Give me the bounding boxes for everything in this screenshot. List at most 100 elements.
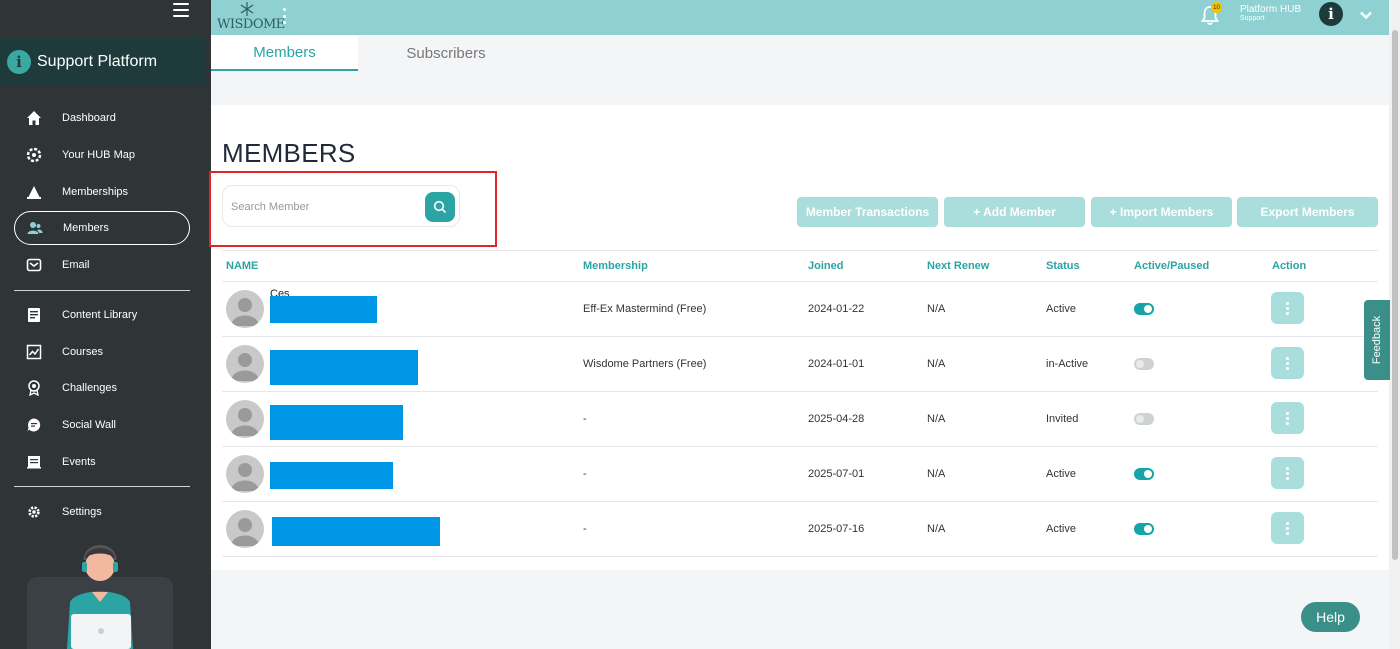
support-mascot-illustration: [27, 540, 173, 649]
next-renew-cell: N/A: [927, 303, 946, 315]
tab-bar: Members Subscribers: [211, 35, 1389, 105]
top-bar: WISDOME 10 Platform HUB Support i: [211, 0, 1389, 35]
hamburger-menu-icon[interactable]: [173, 3, 189, 17]
member-transactions-button[interactable]: Member Transactions: [797, 197, 938, 227]
search-icon: [433, 200, 447, 214]
profile-avatar[interactable]: i: [1319, 2, 1343, 26]
sidebar-item-dashboard[interactable]: Dashboard: [14, 100, 190, 137]
row-actions-button[interactable]: [1271, 457, 1304, 489]
sidebar-item-social-wall[interactable]: Social Wall: [14, 407, 190, 444]
tab-subscribers[interactable]: Subscribers: [371, 35, 521, 71]
avatar: [226, 455, 264, 493]
sidebar-item-label: Memberships: [62, 185, 129, 198]
export-members-button[interactable]: Export Members: [1237, 197, 1378, 227]
events-icon: [26, 454, 42, 470]
content-library-icon: [26, 307, 42, 323]
membership-cell: -: [583, 523, 587, 535]
notification-badge: 10: [1211, 2, 1222, 13]
column-header-joined[interactable]: Joined: [808, 260, 843, 272]
sidebar-item-label: Social Wall: [62, 419, 116, 432]
add-member-button[interactable]: + Add Member: [944, 197, 1085, 227]
memberships-icon: [26, 184, 42, 200]
brand-label: Support Platform: [37, 52, 158, 70]
next-renew-cell: N/A: [927, 523, 946, 535]
active-toggle[interactable]: [1134, 303, 1154, 315]
social-wall-icon: [26, 417, 42, 433]
search-input[interactable]: [231, 196, 421, 218]
search-box: [222, 185, 460, 227]
sidebar-item-courses[interactable]: Courses: [14, 333, 190, 370]
sidebar-item-settings[interactable]: Settings: [14, 493, 190, 530]
column-header-next-renew[interactable]: Next Renew: [927, 260, 989, 272]
redacted-name: [270, 462, 393, 489]
column-header-name[interactable]: NAME: [226, 260, 258, 272]
avatar: [226, 400, 264, 438]
joined-cell: 2025-07-01: [808, 468, 865, 480]
membership-cell: -: [583, 413, 587, 425]
chevron-down-icon[interactable]: [1359, 8, 1373, 22]
import-members-button[interactable]: + Import Members: [1091, 197, 1232, 227]
row-actions-button[interactable]: [1271, 292, 1304, 324]
active-toggle[interactable]: [1134, 413, 1154, 425]
more-options-icon[interactable]: [283, 8, 287, 24]
challenges-icon: [26, 380, 42, 397]
table-row[interactable]: Wisdome Partners (Free) 2024-01-01 N/A i…: [222, 337, 1378, 392]
active-toggle[interactable]: [1134, 523, 1154, 535]
hub-role: Support: [1240, 15, 1265, 22]
membership-cell: Wisdome Partners (Free): [583, 358, 707, 370]
column-header-membership[interactable]: Membership: [583, 260, 648, 272]
sidebar-item-email[interactable]: Email: [14, 247, 190, 284]
column-header-action: Action: [1272, 260, 1307, 272]
sidebar-item-label: Settings: [62, 505, 102, 518]
courses-icon: [26, 344, 42, 360]
sidebar-item-events[interactable]: Events: [14, 444, 190, 481]
info-logo-icon: i: [7, 49, 31, 74]
nav-divider: [14, 289, 190, 291]
sidebar: i Support Platform Dashboard Your HUB Ma…: [0, 0, 211, 649]
row-actions-button[interactable]: [1271, 402, 1304, 434]
members-icon: [27, 220, 43, 236]
row-actions-button[interactable]: [1271, 512, 1304, 544]
status-cell: Active: [1046, 468, 1076, 480]
status-cell: Active: [1046, 303, 1076, 315]
column-header-active-paused[interactable]: Active/Paused: [1134, 260, 1209, 272]
next-renew-cell: N/A: [927, 358, 946, 370]
active-toggle[interactable]: [1134, 468, 1154, 480]
active-toggle[interactable]: [1134, 358, 1154, 370]
next-renew-cell: N/A: [927, 468, 946, 480]
avatar: [226, 345, 264, 383]
column-header-status[interactable]: Status: [1046, 260, 1080, 272]
sidebar-item-label: Dashboard: [62, 112, 116, 125]
row-actions-button[interactable]: [1271, 347, 1304, 379]
status-cell: Invited: [1046, 413, 1079, 425]
table-row[interactable]: - 2025-04-28 N/A Invited: [222, 392, 1378, 447]
wisdome-logo[interactable]: WISDOME: [217, 2, 285, 34]
sidebar-item-memberships[interactable]: Memberships: [14, 173, 190, 210]
table-row[interactable]: Ces Eff-Ex Mastermind (Free) 2024-01-22 …: [222, 282, 1378, 337]
status-cell: in-Active: [1046, 358, 1089, 370]
sidebar-item-label: Courses: [62, 345, 103, 358]
joined-cell: 2025-07-16: [808, 523, 865, 535]
table-row[interactable]: - 2025-07-16 N/A Active: [222, 502, 1378, 557]
sidebar-item-label: Challenges: [62, 382, 118, 395]
table-header: NAME Membership Joined Next Renew Status…: [222, 250, 1378, 282]
sidebar-item-members[interactable]: Members: [14, 211, 190, 246]
sidebar-item-label: Your HUB Map: [62, 149, 135, 162]
page-title: MEMBERS: [222, 138, 356, 168]
membership-cell: -: [583, 468, 587, 480]
sidebar-item-challenges[interactable]: Challenges: [14, 370, 190, 407]
sidebar-brand: i Support Platform: [0, 38, 206, 85]
hub-name: Platform HUB: [1240, 4, 1302, 15]
joined-cell: 2025-04-28: [808, 413, 865, 425]
scrollbar-thumb[interactable]: [1392, 30, 1398, 560]
gear-icon: [26, 504, 42, 520]
feedback-tab[interactable]: Feedback: [1364, 300, 1390, 380]
sidebar-item-hub-map[interactable]: Your HUB Map: [14, 137, 190, 174]
help-button[interactable]: Help: [1301, 602, 1360, 632]
tab-members[interactable]: Members: [211, 35, 358, 71]
search-button[interactable]: [425, 192, 455, 222]
table-row[interactable]: - 2025-07-01 N/A Active: [222, 447, 1378, 502]
joined-cell: 2024-01-22: [808, 303, 865, 315]
sidebar-item-label: Members: [63, 222, 109, 235]
sidebar-item-content-library[interactable]: Content Library: [14, 297, 190, 334]
